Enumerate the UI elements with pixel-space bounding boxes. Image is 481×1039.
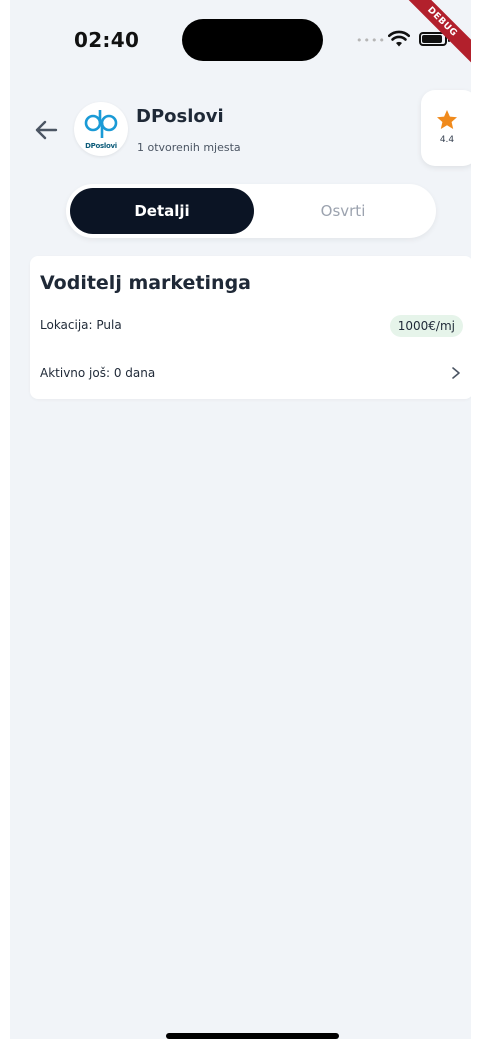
company-name: DPoslovi — [136, 106, 224, 127]
company-logo-mark — [84, 110, 118, 138]
status-bar: 02:40 •••• — [10, 0, 471, 80]
tab-details[interactable]: Detalji — [70, 188, 254, 234]
salary-badge: 1000€/mj — [389, 315, 463, 337]
status-time: 02:40 — [74, 28, 140, 52]
dynamic-island — [182, 19, 323, 61]
segmented-tabs: Detalji Osvrti — [66, 184, 436, 238]
job-title: Voditelj marketinga — [40, 272, 251, 294]
tab-reviews[interactable]: Osvrti — [254, 188, 432, 234]
wifi-icon — [388, 30, 410, 47]
company-logo: DPoslovi — [74, 102, 128, 156]
home-indicator — [166, 1033, 339, 1039]
star-icon — [437, 110, 457, 129]
open-positions-count: 1 otvorenih mjesta — [137, 141, 241, 154]
chevron-right-icon — [452, 367, 460, 379]
rating-value: 4.4 — [439, 135, 455, 145]
app-screen: 02:40 •••• DEBUG DPoslovi DPoslovi 1 otv… — [10, 0, 471, 1039]
active-days-remaining: Aktivno još: 0 dana — [40, 366, 156, 380]
arrow-left-icon[interactable] — [32, 116, 60, 144]
job-location: Lokacija: Pula — [40, 318, 122, 332]
rating-button[interactable]: 4.4 — [421, 90, 471, 166]
company-header: DPoslovi DPoslovi 1 otvorenih mjesta 4.4 — [10, 90, 471, 172]
cellular-signal-icon: •••• — [356, 34, 386, 47]
job-card[interactable]: Voditelj marketinga Lokacija: Pula 1000€… — [30, 256, 471, 399]
company-logo-text: DPoslovi — [85, 142, 117, 150]
